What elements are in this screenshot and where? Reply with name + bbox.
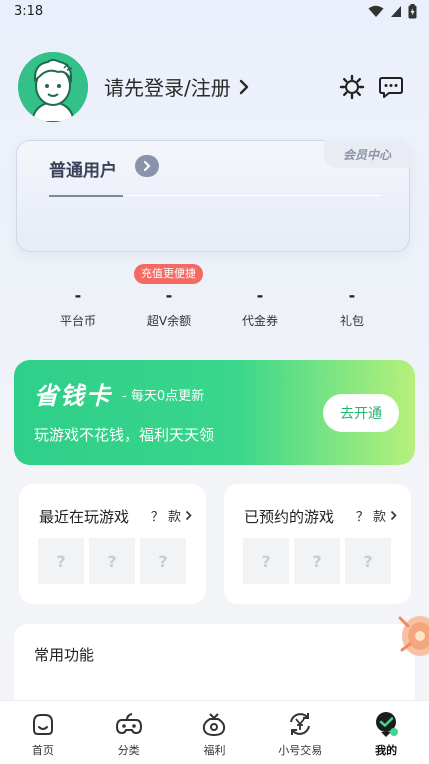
stats-row: - 平台币 - 超V余额 - 代金券 - 礼包 充值更便捷 <box>30 262 400 334</box>
stat-gift-packs[interactable]: - 礼包 <box>312 262 392 329</box>
stat-value: - <box>165 286 173 305</box>
recent-games-card[interactable]: 最近在玩游戏 ？ 款 ? ? ? <box>19 484 206 604</box>
member-card[interactable]: 普通用户 会员中心 <box>16 140 410 252</box>
savings-card-description: 玩游戏不花钱，福利天天领 <box>34 426 215 444</box>
game-placeholder: ? <box>89 538 135 584</box>
member-level: 普通用户 <box>49 161 117 181</box>
signal-icon <box>391 6 401 17</box>
recharge-badge: 充值更便捷 <box>134 264 203 284</box>
wifi-icon <box>368 5 384 17</box>
stat-label: 超V余额 <box>146 314 192 328</box>
yuan-exchange-icon <box>290 713 311 735</box>
login-link[interactable]: 请先登录/注册 <box>104 72 249 101</box>
common-functions-title: 常用功能 <box>34 646 95 664</box>
stat-label: 代金券 <box>241 314 278 328</box>
nav-label: 我的 <box>375 744 398 757</box>
nav-welfare[interactable]: 福利 <box>172 701 258 764</box>
login-text: 请先登录/注册 <box>104 76 231 100</box>
gamepad-icon <box>115 713 142 735</box>
message-icon[interactable] <box>378 74 404 100</box>
stat-platform-coins[interactable]: - 平台币 <box>38 262 118 329</box>
chevron-right-icon <box>144 161 151 171</box>
status-bar: 3:18 <box>0 0 429 24</box>
open-savings-card-button[interactable]: 去开通 <box>323 394 399 432</box>
game-placeholder: ? <box>345 538 391 584</box>
floating-gift-icon[interactable] <box>392 604 429 664</box>
settings-icon[interactable] <box>339 74 365 100</box>
avatar[interactable] <box>18 52 88 122</box>
nav-account-trade[interactable]: 小号交易 <box>257 701 343 764</box>
member-center-tag[interactable]: 会员中心 <box>324 140 410 168</box>
nav-label: 首页 <box>31 744 54 757</box>
count-text: ？ 款 <box>150 510 181 525</box>
gift-bag-icon <box>203 713 226 737</box>
nav-category[interactable]: 分类 <box>86 701 172 764</box>
chevron-right-icon <box>390 510 397 521</box>
chevron-right-icon <box>239 79 248 94</box>
stat-value: - <box>348 286 356 305</box>
nav-home[interactable]: 首页 <box>0 701 86 764</box>
recent-games-title: 最近在玩游戏 <box>39 508 130 526</box>
stat-label: 平台币 <box>59 314 96 328</box>
home-icon <box>32 714 53 735</box>
bottom-nav: 首页 分类 福利 小号交易 我的 <box>0 700 429 764</box>
stat-label: 礼包 <box>339 314 364 328</box>
nav-label: 分类 <box>117 744 140 757</box>
profile-header: 请先登录/注册 <box>18 52 411 122</box>
savings-card[interactable]: 省钱卡 - 每天0点更新 玩游戏不花钱，福利天天领 去开通 <box>14 360 415 465</box>
nav-label: 小号交易 <box>278 744 323 757</box>
battery-icon <box>408 4 417 19</box>
game-placeholder: ? <box>243 538 289 584</box>
profile-icon <box>376 712 399 737</box>
savings-card-subtitle: - 每天0点更新 <box>122 389 205 404</box>
stat-value: - <box>74 286 82 305</box>
savings-card-title: 省钱卡 <box>34 382 112 410</box>
game-placeholder: ? <box>38 538 84 584</box>
divider <box>123 195 381 196</box>
status-time: 3:18 <box>14 4 44 19</box>
stat-vouchers[interactable]: - 代金券 <box>220 262 300 329</box>
reserved-games-card[interactable]: 已预约的游戏 ？ 款 ? ? ? <box>224 484 411 604</box>
stat-value: - <box>256 286 264 305</box>
status-icons <box>368 4 417 19</box>
game-placeholder: ? <box>140 538 186 584</box>
member-tab-underline <box>49 195 123 197</box>
count-text: ？ 款 <box>355 510 386 525</box>
chevron-right-icon <box>185 510 192 521</box>
member-arrow-button[interactable] <box>135 155 159 177</box>
reserved-games-title: 已预约的游戏 <box>244 508 335 526</box>
nav-mine[interactable]: 我的 <box>343 701 429 764</box>
avatar-illustration-icon <box>18 52 88 122</box>
game-placeholder: ? <box>294 538 340 584</box>
recent-games-count[interactable]: ？ 款 <box>151 506 192 525</box>
nav-label: 福利 <box>203 744 226 757</box>
reserved-games-count[interactable]: ？ 款 <box>356 506 397 525</box>
